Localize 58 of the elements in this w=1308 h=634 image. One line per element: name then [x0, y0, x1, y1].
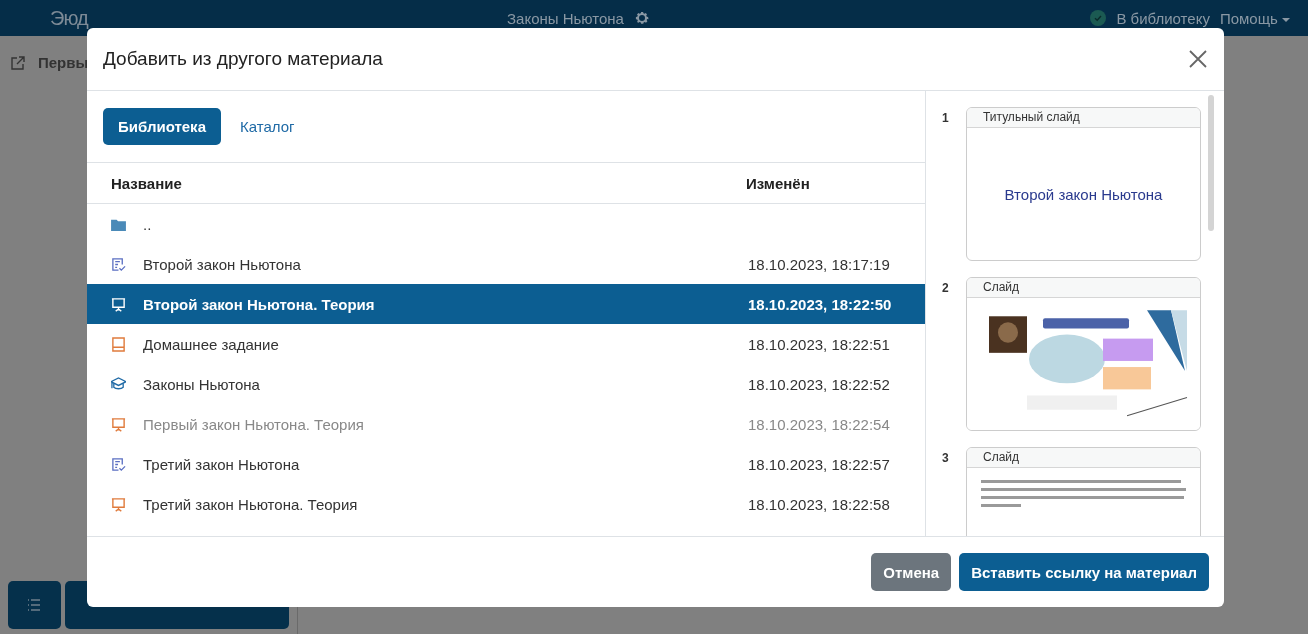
file-name: Второй закон Ньютона. Теория [143, 295, 376, 313]
library-link[interactable]: В библиотеку [1116, 9, 1210, 27]
slide-heading: Второй закон Ньютона [1004, 185, 1163, 203]
slide-label: Слайд [983, 280, 1020, 294]
slide-number: 2 [942, 280, 950, 297]
slide-card[interactable]: Титульный слайд Второй закон Ньютона [966, 107, 1201, 261]
insert-link-button[interactable]: Вставить ссылку на материал [959, 553, 1209, 591]
presentation-icon [111, 296, 126, 312]
book-icon [111, 336, 126, 352]
modified-date: 18.10.2023, 18:22:52 [748, 375, 891, 393]
file-row[interactable]: Домашнее задание 18.10.2023, 18:22:51 [87, 324, 925, 364]
external-link-icon[interactable] [10, 54, 26, 71]
file-row[interactable]: Второй закон Ньютона. Теория 18.10.2023, 18:22:50 [87, 284, 925, 324]
file-row[interactable]: Законы Ньютона 18.10.2023, 18:22:52 [87, 364, 925, 404]
presentation-icon [111, 416, 126, 432]
app-logo[interactable]: Эюд [50, 6, 470, 30]
file-name: Первый закон Ньютона. Теория [143, 415, 365, 433]
file-name: Законы Ньютона [143, 375, 261, 393]
file-name: Второй закон Ньютона [143, 255, 302, 273]
list-icon [26, 597, 43, 613]
modified-date: 18.10.2023, 18:22:58 [748, 495, 891, 513]
file-row[interactable]: .. [87, 204, 925, 244]
tab[interactable]: Библиотека [103, 108, 221, 145]
checklist-icon [111, 456, 126, 472]
saved-check-icon [1090, 10, 1107, 26]
file-name: Третий закон Ньютона [143, 455, 301, 473]
file-name: Третий закон Ньютона. Теория [143, 495, 359, 513]
cancel-button[interactable]: Отмена [871, 553, 952, 591]
column-header: Название [111, 174, 183, 192]
modified-date: 18.10.2023, 18:17:19 [748, 255, 891, 273]
slide-card[interactable]: Слайд [966, 447, 1201, 536]
graduation-cap-icon [111, 376, 126, 392]
modified-date: 18.10.2023, 18:22:50 [748, 295, 893, 313]
folder-icon [111, 217, 126, 231]
modified-date: 18.10.2023, 18:22:51 [748, 335, 891, 353]
dialog-title: Добавить из другого материала [103, 48, 383, 70]
modified-date: 18.10.2023, 18:22:57 [748, 455, 891, 473]
file-row[interactable]: Второй закон Ньютона 18.10.2023, 18:17:19 [87, 244, 925, 284]
column-header: Изменён [746, 174, 811, 192]
file-name: .. [143, 215, 153, 233]
checklist-icon [111, 256, 126, 272]
tab[interactable]: Каталог [225, 108, 310, 145]
close-icon[interactable] [1188, 49, 1208, 69]
modified-date: 18.10.2023, 18:22:54 [748, 415, 891, 433]
file-row[interactable]: Третий закон Ньютона. Теория 18.10.2023, 18:22:58 [87, 484, 925, 524]
slide-number: 3 [942, 450, 950, 467]
slide-label: Слайд [983, 450, 1020, 464]
presentation-icon [111, 496, 126, 512]
slide-card[interactable]: Слайд [966, 277, 1201, 431]
settings-icon[interactable] [633, 10, 650, 26]
list-button[interactable] [8, 581, 61, 629]
help-menu[interactable]: Помощь [1219, 9, 1290, 27]
document-title: Законы Ньютона [507, 9, 624, 27]
file-name: Домашнее задание [143, 335, 280, 353]
slide-label: Титульный слайд [983, 110, 1080, 124]
slide-number: 1 [942, 110, 950, 127]
file-row[interactable]: Третий закон Ньютона 18.10.2023, 18:22:57 [87, 444, 925, 484]
panel-heading: Первы [38, 54, 89, 71]
